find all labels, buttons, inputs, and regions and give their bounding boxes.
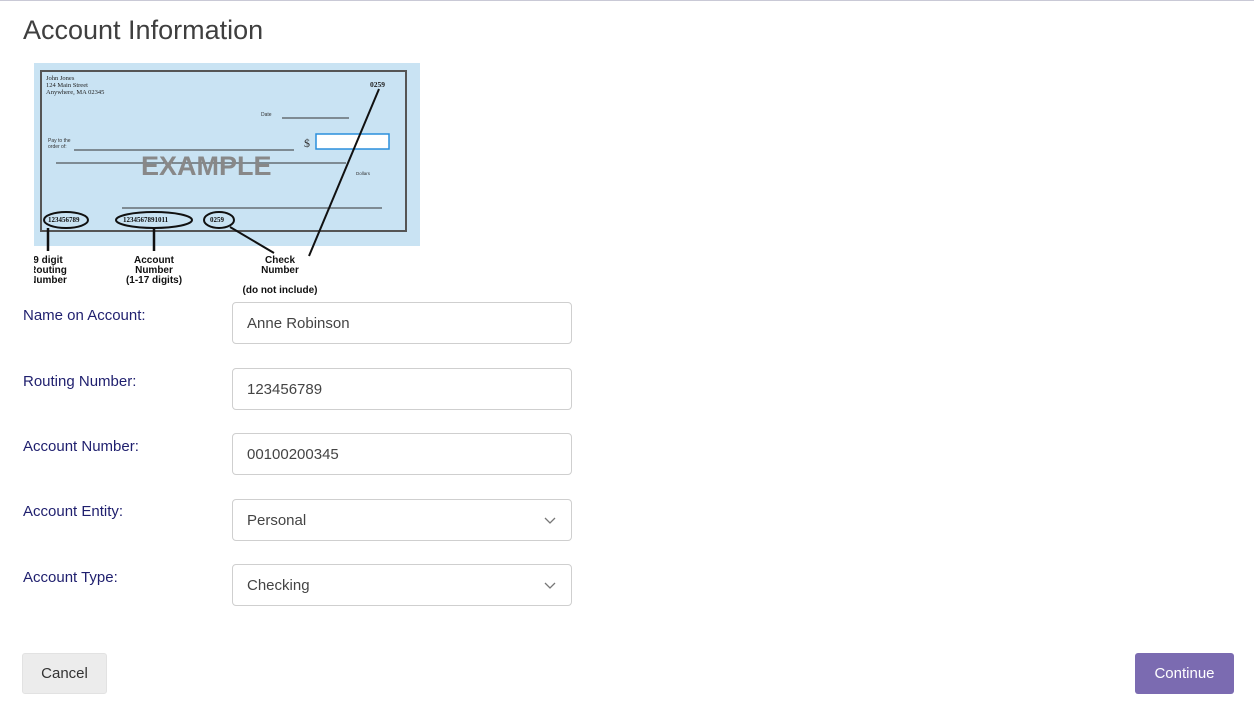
check-micr-account: 1234567891011 [123, 216, 169, 224]
check-owner-name: John Jones [46, 75, 75, 82]
account-entity-selected-value: Personal [247, 511, 307, 529]
check-number-top: 0259 [370, 80, 385, 89]
account-number-input[interactable] [232, 433, 572, 475]
check-owner-street: 124 Main Street [46, 82, 88, 89]
account-type-select[interactable]: Checking [232, 564, 572, 606]
account-entity-label: Account Entity: [23, 503, 124, 520]
name-on-account-input[interactable] [232, 302, 572, 344]
check-example-watermark: EXAMPLE [141, 151, 272, 181]
account-type-selected-value: Checking [247, 576, 310, 594]
check-micr-check: 0259 [210, 216, 225, 224]
name-on-account-label: Name on Account: [23, 307, 146, 324]
check-callout-line3: (do not include) [243, 285, 318, 296]
check-owner-city: Anywhere, MA 02345 [46, 89, 104, 96]
routing-number-input[interactable] [232, 368, 572, 410]
continue-button[interactable]: Continue [1135, 653, 1234, 694]
account-entity-select[interactable]: Personal [232, 499, 572, 541]
check-amount-box [315, 133, 390, 150]
account-information-page: Account Information John Jones 124 Main … [0, 0, 1254, 706]
account-type-label: Account Type: [23, 569, 118, 586]
routing-number-label: Routing Number: [23, 373, 137, 390]
page-title: Account Information [23, 15, 264, 45]
cancel-button[interactable]: Cancel [22, 653, 107, 694]
check-pay-label-2: order of: [48, 144, 67, 150]
account-callout-line3: (1-17 digits) [126, 275, 182, 286]
account-number-label: Account Number: [23, 438, 139, 455]
check-callout-line2: Number [261, 265, 299, 276]
check-date-label: Date [261, 112, 272, 118]
check-dollar-sign: $ [304, 136, 310, 150]
chevron-down-icon [544, 582, 556, 589]
example-check-illustration: John Jones 124 Main Street Anywhere, MA … [34, 63, 420, 296]
routing-callout-line3: Number [34, 275, 67, 286]
check-micr-routing: 123456789 [48, 216, 80, 224]
chevron-down-icon [544, 517, 556, 524]
check-dollars-label: Dollars [356, 171, 371, 176]
